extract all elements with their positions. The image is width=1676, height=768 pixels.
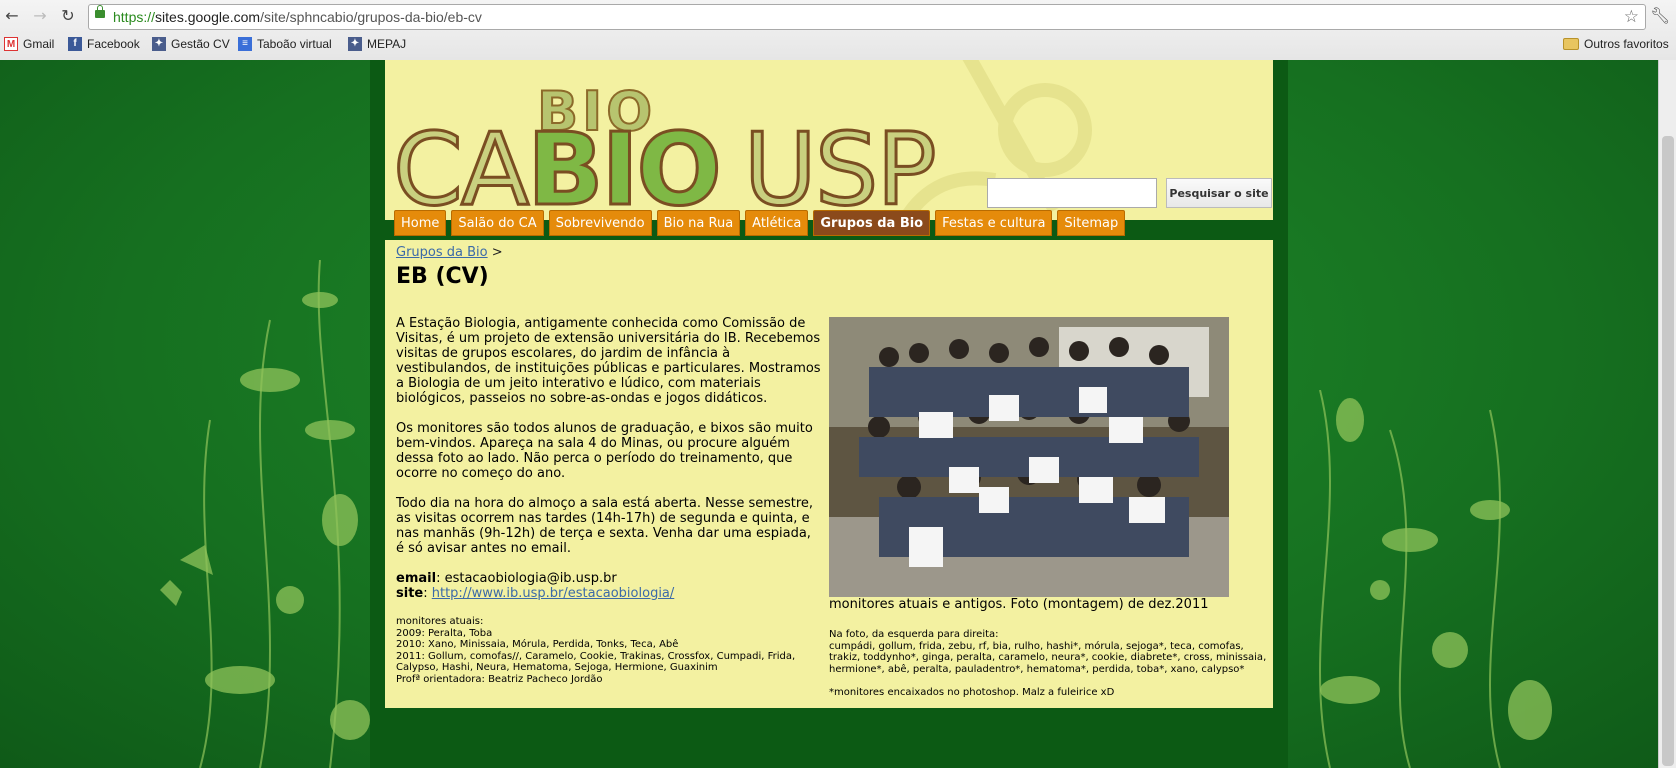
bookmark-star-icon[interactable]: ☆ (1624, 7, 1639, 27)
scrollbar-thumb[interactable] (1662, 136, 1674, 766)
forward-arrow-icon[interactable]: → (30, 6, 50, 26)
nav-tab-festas-e-cultura[interactable]: Festas e cultura (935, 210, 1053, 236)
email-line: email: estacaobiologia@ib.usp.br (396, 571, 617, 586)
breadcrumb-link[interactable]: Grupos da Bio (396, 245, 488, 260)
bookmark-mepaj[interactable]: ✦ MEPAJ (348, 37, 406, 51)
google-sites-icon: ✦ (348, 37, 362, 51)
group-photo (829, 317, 1229, 597)
nav-tab-grupos-da-bio[interactable]: Grupos da Bio (813, 210, 931, 236)
other-bookmarks[interactable]: Outros favoritos (1563, 37, 1669, 51)
google-docs-icon: ≡ (238, 37, 252, 51)
page-scrollbar[interactable] (1658, 60, 1676, 768)
bookmark-gmail[interactable]: M Gmail (4, 37, 54, 51)
bookmark-taboao-virtual[interactable]: ≡ Taboão virtual (238, 37, 332, 51)
back-arrow-icon[interactable]: ← (2, 6, 22, 26)
nav-tab-sitemap[interactable]: Sitemap (1057, 210, 1126, 236)
bookmark-facebook[interactable]: f Facebook (68, 37, 140, 51)
nav-tab-bio-na-rua[interactable]: Bio na Rua (656, 210, 741, 236)
paragraph-schedule: Todo dia na hora do almoço a sala está a… (396, 496, 814, 556)
seaweed-decoration-right (1319, 390, 1552, 768)
gmail-icon: M (4, 37, 18, 51)
photo-caption: monitores atuais e antigos. Foto (montag… (829, 597, 1209, 612)
facebook-icon: f (68, 37, 82, 51)
nav-tab-sobrevivendo[interactable]: Sobrevivendo (548, 210, 652, 236)
google-sites-icon: ✦ (152, 37, 166, 51)
paragraph-intro: A Estação Biologia, antigamente conhecid… (396, 316, 821, 406)
page-title: EB (CV) (396, 264, 489, 289)
site-navigation: Home Salão do CA Sobrevivendo Bio na Rua… (385, 210, 1273, 240)
seaweed-decoration-left (160, 260, 370, 768)
reload-icon[interactable]: ↻ (58, 6, 78, 26)
browser-chrome: ← → ↻ https://sites.google.com/site/sphn… (0, 0, 1676, 61)
bookmarks-bar: M Gmail f Facebook ✦ Gestão CV ≡ Taboão virt… (0, 33, 1676, 59)
nav-tab-home[interactable]: Home (394, 210, 447, 236)
lock-icon (95, 5, 105, 18)
site-search-button[interactable]: Pesquisar o site (1166, 178, 1272, 208)
nav-tab-salao-do-ca[interactable]: Salão do CA (451, 210, 544, 236)
url-text: https://sites.google.com/site/sphncabio/… (113, 9, 482, 25)
site-link[interactable]: http://www.ib.usp.br/estacaobiologia/ (432, 586, 675, 601)
bookmark-gestao-cv[interactable]: ✦ Gestão CV (152, 37, 230, 51)
site-logo[interactable]: CABIO USP (391, 118, 938, 220)
main-content: Grupos da Bio > EB (CV) A Estação Biolog… (385, 240, 1273, 708)
site-search-input[interactable] (987, 178, 1157, 208)
folder-icon (1563, 38, 1579, 50)
paragraph-monitors: Os monitores são todos alunos de graduaç… (396, 421, 813, 481)
description-column: A Estação Biologia, antigamente conhecid… (396, 316, 821, 685)
monitors-list: monitores atuais: 2009: Peralta, Toba 20… (396, 616, 796, 685)
nav-tab-atletica[interactable]: Atlética (745, 210, 809, 236)
site-line: site: http://www.ib.usp.br/estacaobiolog… (396, 586, 675, 601)
wrench-icon[interactable]: 🔧︎ (1650, 6, 1670, 25)
photo-note: Na foto, da esquerda para direita: cumpá… (829, 629, 1267, 698)
breadcrumb: Grupos da Bio > (396, 245, 503, 260)
group-photo-illustration (829, 317, 1229, 597)
address-bar[interactable]: https://sites.google.com/site/sphncabio/… (88, 4, 1646, 30)
